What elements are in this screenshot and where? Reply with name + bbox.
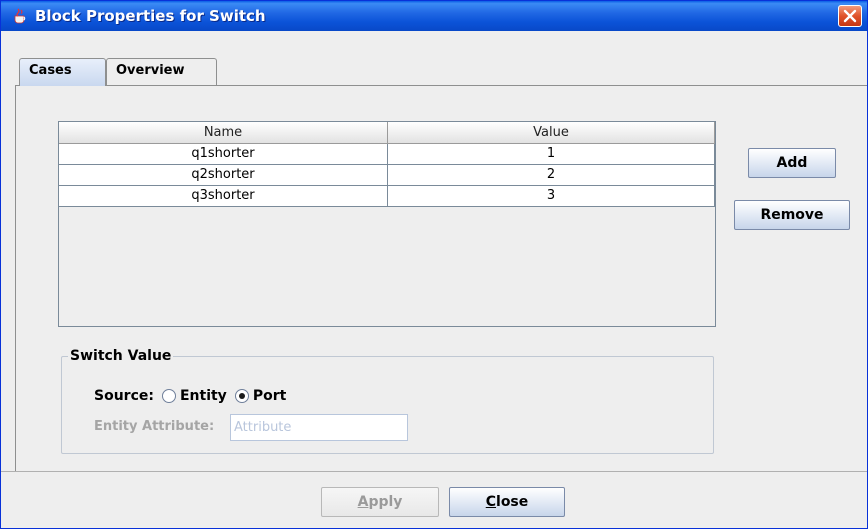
apply-mnemonic: A bbox=[357, 494, 369, 510]
close-window-button[interactable] bbox=[838, 5, 862, 27]
close-mnemonic: C bbox=[485, 494, 497, 510]
java-cup-icon bbox=[11, 7, 29, 25]
tab-overview-label: Overview bbox=[116, 63, 185, 78]
dialog-window: Block Properties for Switch Cases Overvi… bbox=[0, 0, 868, 529]
cell-value[interactable]: 3 bbox=[388, 186, 715, 206]
column-header-value[interactable]: Value bbox=[388, 122, 715, 144]
switch-value-legend: Switch Value bbox=[68, 348, 174, 364]
tab-cases-label: Cases bbox=[29, 63, 72, 78]
close-label-rest: lose bbox=[496, 494, 529, 510]
apply-button[interactable]: Apply bbox=[321, 487, 439, 517]
column-header-name[interactable]: Name bbox=[59, 122, 388, 144]
add-button[interactable]: Add bbox=[748, 148, 836, 178]
close-button[interactable]: Close bbox=[449, 487, 565, 517]
cases-table: Name Value q1shorter 1 q2shorter 2 q3sho… bbox=[58, 121, 716, 327]
close-icon bbox=[843, 9, 857, 23]
table-row[interactable]: q2shorter 2 bbox=[59, 165, 715, 186]
cell-value[interactable]: 2 bbox=[388, 165, 715, 185]
remove-button[interactable]: Remove bbox=[734, 200, 850, 230]
apply-label-rest: pply bbox=[368, 494, 403, 510]
cell-value[interactable]: 1 bbox=[388, 144, 715, 164]
entity-radio[interactable] bbox=[161, 389, 176, 403]
tab-cases[interactable]: Cases bbox=[19, 58, 106, 86]
table-row[interactable]: q1shorter 1 bbox=[59, 144, 715, 165]
cell-name[interactable]: q1shorter bbox=[59, 144, 388, 164]
title-bar[interactable]: Block Properties for Switch bbox=[1, 1, 867, 31]
window-title: Block Properties for Switch bbox=[35, 7, 266, 25]
table-header: Name Value bbox=[59, 122, 715, 144]
footer-divider bbox=[1, 471, 867, 472]
tab-overview[interactable]: Overview bbox=[106, 58, 217, 85]
source-row: Source: Entity Port bbox=[94, 386, 286, 406]
table-body: q1shorter 1 q2shorter 2 q3shorter 3 bbox=[59, 144, 715, 207]
cell-name[interactable]: q3shorter bbox=[59, 186, 388, 206]
port-radio[interactable] bbox=[234, 389, 249, 403]
source-label: Source: bbox=[94, 388, 154, 404]
entity-attribute-label: Entity Attribute: bbox=[94, 419, 215, 434]
table-row[interactable]: q3shorter 3 bbox=[59, 186, 715, 207]
port-radio-label[interactable]: Port bbox=[253, 388, 286, 404]
entity-attribute-input[interactable] bbox=[230, 414, 408, 441]
cell-name[interactable]: q2shorter bbox=[59, 165, 388, 185]
entity-radio-label[interactable]: Entity bbox=[180, 388, 227, 404]
